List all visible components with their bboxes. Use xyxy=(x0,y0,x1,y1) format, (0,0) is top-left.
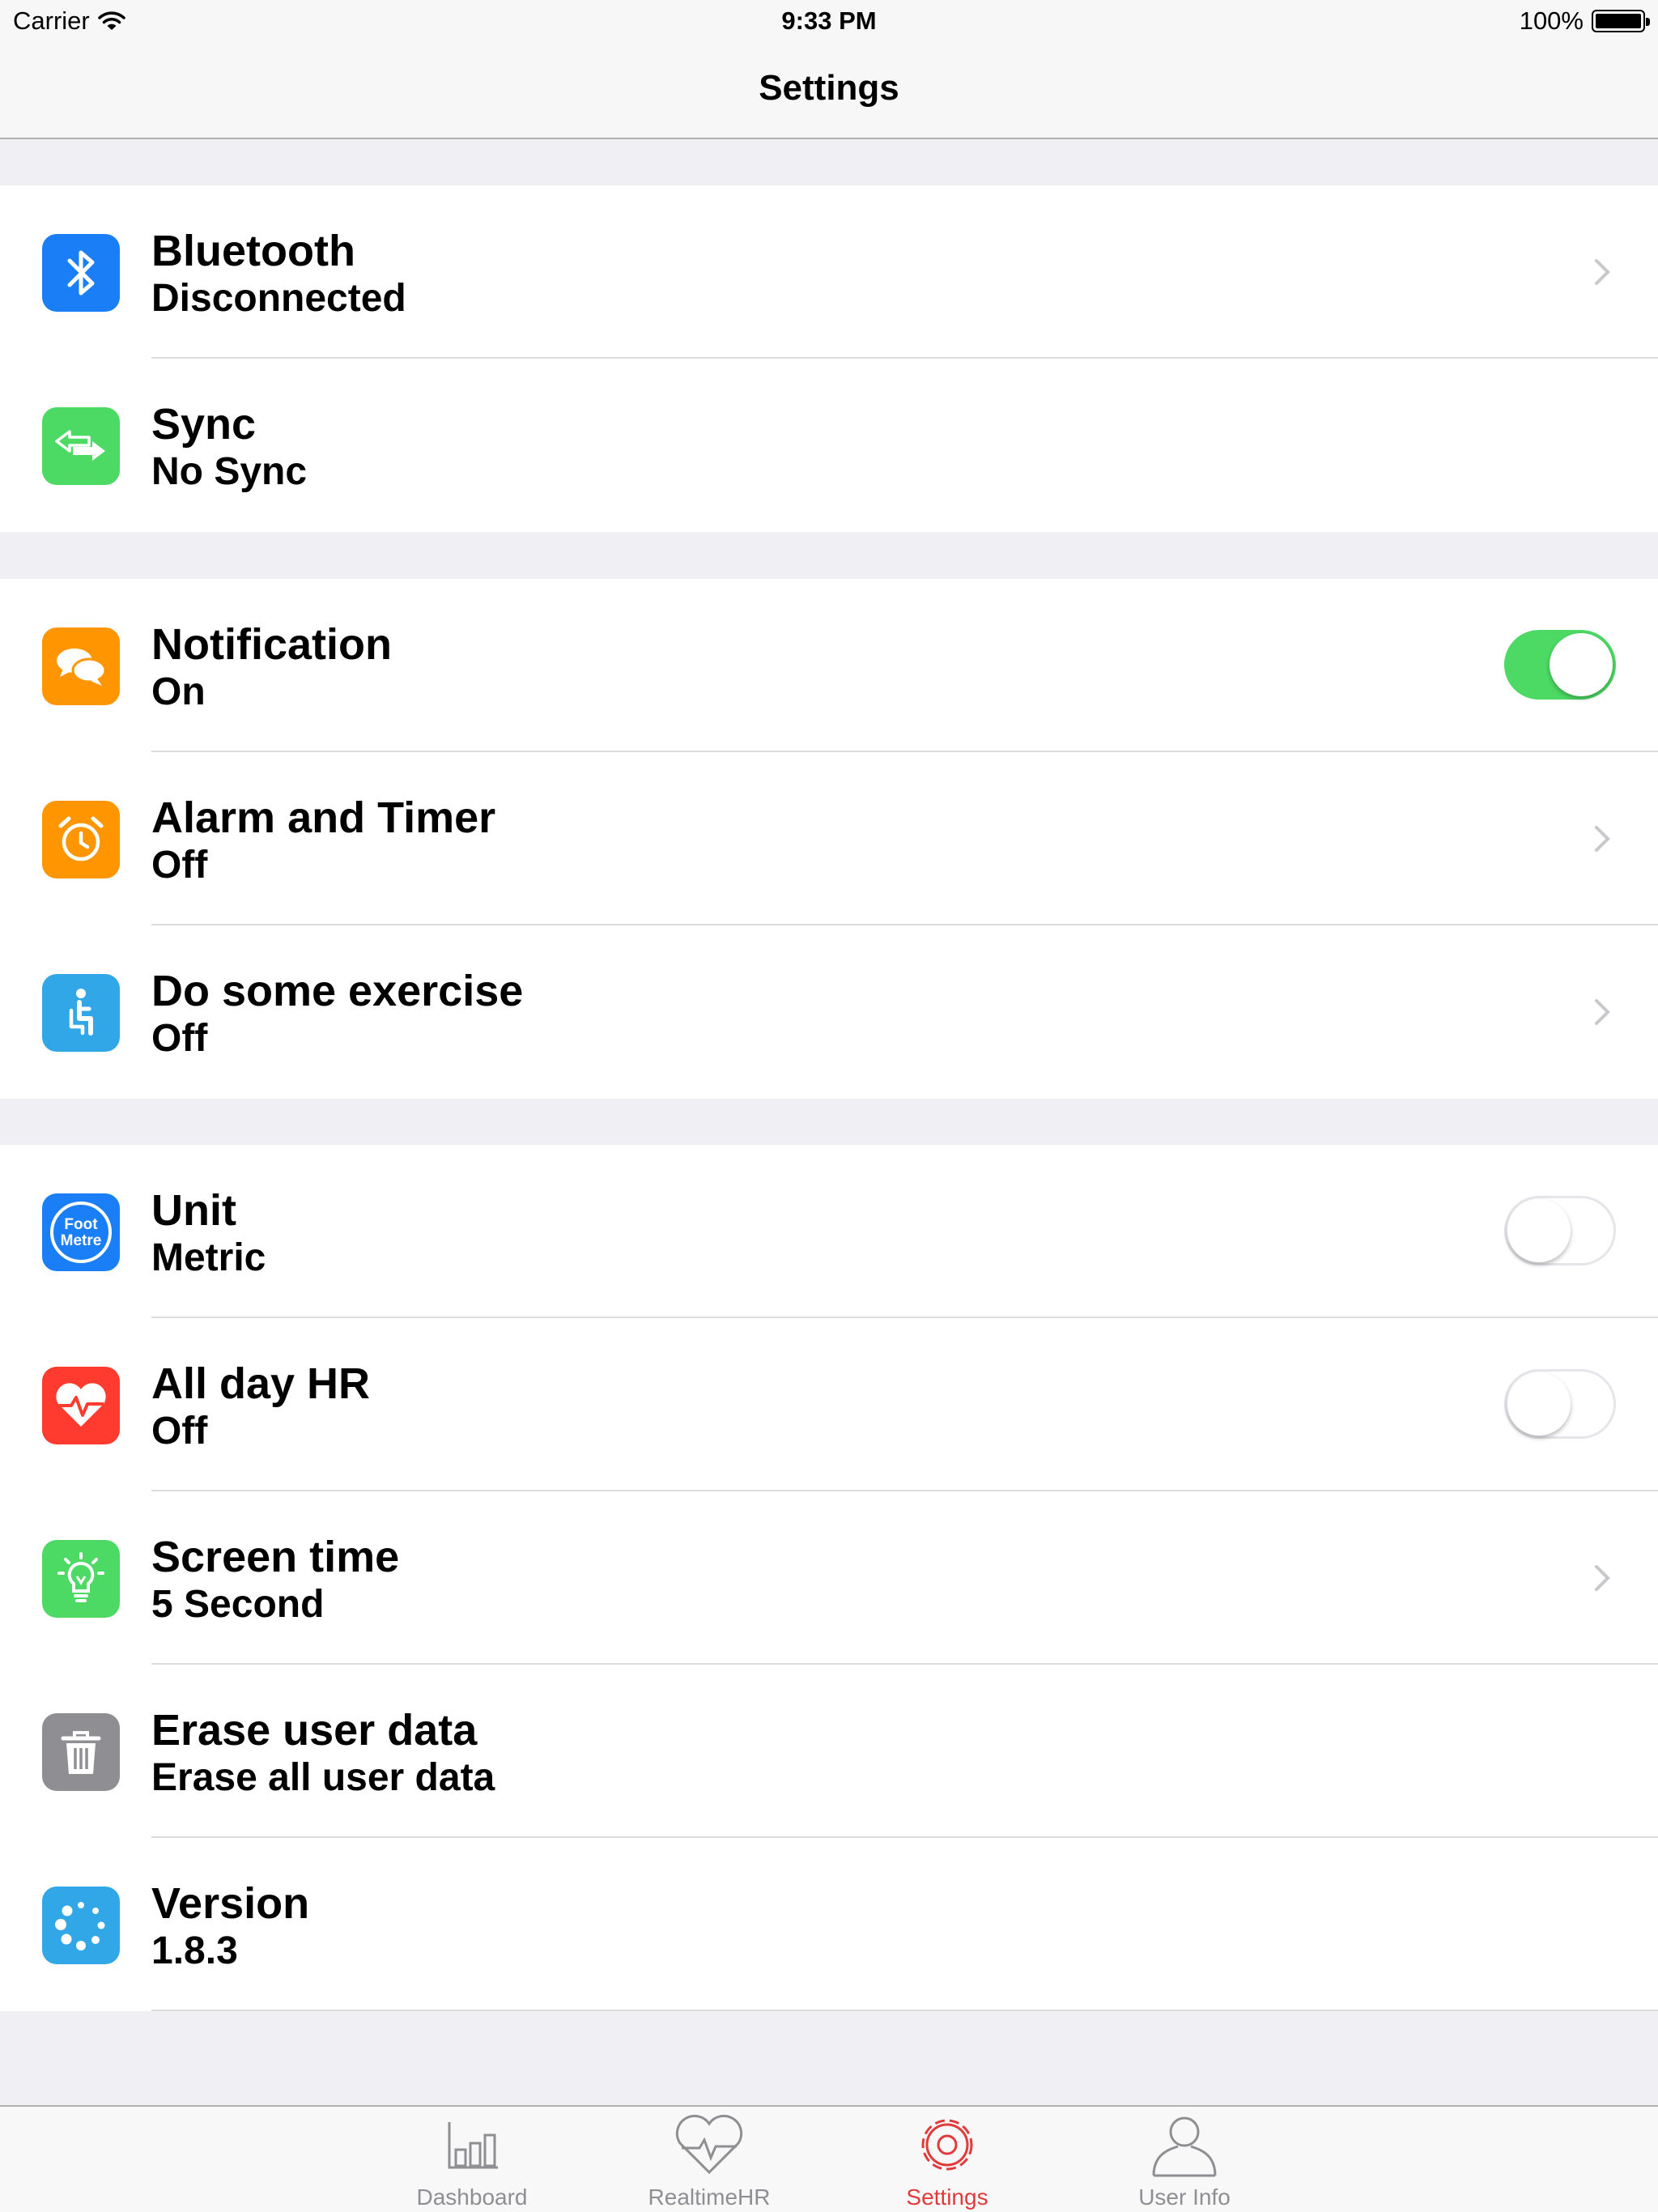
row-subtitle: Erase all user data xyxy=(151,1756,495,1799)
tab-label: Settings xyxy=(906,2184,988,2210)
row-title: All day HR xyxy=(151,1359,371,1408)
settings-row-unit[interactable]: Foot Metre Unit Metric xyxy=(0,1145,1658,1318)
chat-bubbles-icon xyxy=(42,627,120,705)
row-title: Do some exercise xyxy=(151,967,524,1015)
settings-section-connection: Bluetooth Disconnected Sync No Sync xyxy=(0,185,1658,532)
chevron-right-icon xyxy=(1595,1565,1610,1591)
settings-row-sync[interactable]: Sync No Sync xyxy=(0,359,1658,532)
row-subtitle: Metric xyxy=(151,1236,266,1279)
sync-arrows-icon xyxy=(42,407,120,485)
gear-icon xyxy=(921,2119,973,2171)
row-title: Version xyxy=(151,1879,310,1928)
icon-text-foot: Foot xyxy=(64,1216,98,1233)
row-title: Notification xyxy=(151,620,392,669)
status-right: 100% xyxy=(1519,6,1650,36)
row-subtitle: Disconnected xyxy=(151,277,406,320)
settings-row-screen-time[interactable]: Screen time 5 Second xyxy=(0,1491,1658,1665)
settings-row-all-day-hr[interactable]: All day HR Off xyxy=(0,1318,1658,1491)
seated-person-icon xyxy=(42,974,120,1052)
row-subtitle: No Sync xyxy=(151,450,308,493)
row-title: Erase user data xyxy=(151,1706,478,1755)
notification-toggle[interactable] xyxy=(1504,630,1616,700)
icon-text-metre: Metre xyxy=(61,1232,102,1249)
tab-dashboard[interactable]: Dashboard xyxy=(383,2107,561,2212)
bluetooth-icon xyxy=(42,234,120,312)
battery-icon xyxy=(1592,10,1650,32)
chevron-right-icon xyxy=(1595,259,1610,285)
unit-toggle[interactable] xyxy=(1504,1196,1616,1266)
settings-row-notification[interactable]: Notification On xyxy=(0,579,1658,752)
settings-row-erase[interactable]: Erase user data Erase all user data xyxy=(0,1665,1658,1838)
page-title: Settings xyxy=(759,68,899,108)
row-title: Sync xyxy=(151,400,257,449)
tab-label: RealtimeHR xyxy=(648,2184,771,2210)
row-subtitle: Off xyxy=(151,1410,208,1453)
spinner-dots-icon xyxy=(42,1887,120,1964)
alarm-clock-icon xyxy=(42,801,120,878)
toggle-knob xyxy=(1550,633,1613,696)
row-title: Bluetooth xyxy=(151,227,355,275)
row-subtitle: 1.8.3 xyxy=(151,1929,238,1972)
navigation-bar: Settings xyxy=(0,45,1658,139)
tab-label: User Info xyxy=(1138,2184,1231,2210)
foot-metre-icon: Foot Metre xyxy=(42,1193,120,1271)
row-subtitle: Off xyxy=(151,844,208,887)
row-subtitle: Off xyxy=(151,1017,208,1060)
row-subtitle: 5 Second xyxy=(151,1583,325,1626)
settings-row-alarm[interactable]: Alarm and Timer Off xyxy=(0,752,1658,925)
row-title: Alarm and Timer xyxy=(151,793,496,842)
settings-section-reminders: Notification On Alarm and Timer Off Do s… xyxy=(0,579,1658,1099)
battery-percent: 100% xyxy=(1519,6,1584,35)
user-icon xyxy=(1152,2116,1217,2177)
status-time: 9:33 PM xyxy=(781,6,877,35)
heart-pulse-icon xyxy=(42,1367,120,1444)
status-bar: Carrier 9:33 PM 100% xyxy=(0,0,1658,45)
tab-user-info[interactable]: User Info xyxy=(1095,2107,1273,2212)
row-title: Unit xyxy=(151,1186,236,1235)
toggle-knob xyxy=(1507,1199,1571,1262)
settings-row-exercise[interactable]: Do some exercise Off xyxy=(0,925,1658,1099)
trash-icon xyxy=(42,1713,120,1791)
bar-chart-icon xyxy=(448,2122,498,2169)
chevron-right-icon xyxy=(1595,999,1610,1025)
toggle-knob xyxy=(1507,1372,1571,1436)
tab-bar: Dashboard RealtimeHR Settings User Info xyxy=(0,2105,1658,2212)
row-subtitle: On xyxy=(151,670,206,713)
tab-label: Dashboard xyxy=(416,2184,528,2210)
settings-row-bluetooth[interactable]: Bluetooth Disconnected xyxy=(0,185,1658,359)
tab-settings[interactable]: Settings xyxy=(858,2107,1036,2212)
row-title: Screen time xyxy=(151,1533,400,1581)
chevron-right-icon xyxy=(1595,826,1610,852)
row-separator xyxy=(151,2010,1658,2011)
settings-section-device: Foot Metre Unit Metric All day HR Off Sc… xyxy=(0,1145,1658,2011)
all-day-hr-toggle[interactable] xyxy=(1504,1369,1616,1439)
tab-realtime-hr[interactable]: RealtimeHR xyxy=(620,2107,798,2212)
light-bulb-icon xyxy=(42,1540,120,1618)
heart-rate-icon xyxy=(675,2114,743,2175)
settings-row-version: Version 1.8.3 xyxy=(0,1838,1658,2011)
